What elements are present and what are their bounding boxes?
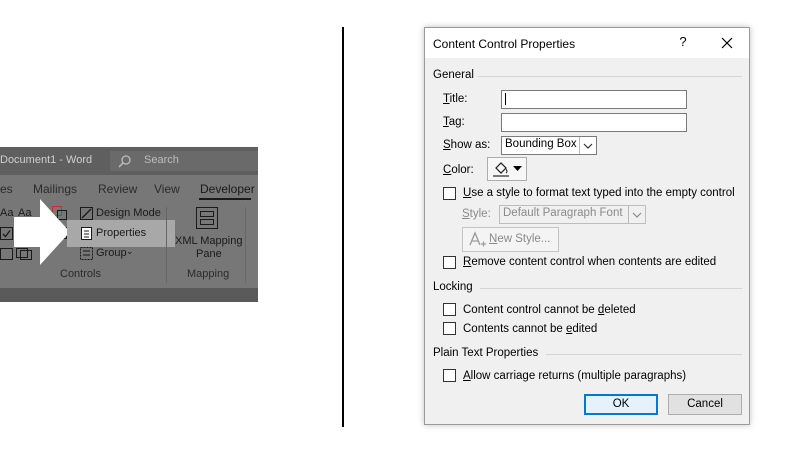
design-mode-icon[interactable] — [80, 207, 94, 220]
legacy-tools-icon[interactable] — [0, 248, 13, 260]
group-divider — [546, 354, 742, 355]
caret-down-icon — [513, 166, 522, 171]
cannot-delete-label: Content control cannot be deleted — [463, 304, 636, 316]
properties-label: Properties — [96, 227, 147, 239]
text-caret — [505, 93, 506, 105]
close-icon[interactable] — [717, 34, 737, 52]
dialog-title-bar: Content Control Properties ? — [425, 28, 749, 58]
new-style-label: New Style... — [489, 233, 551, 245]
ok-button[interactable]: OK — [584, 394, 658, 415]
allow-carriage-returns-label: Allow carriage returns (multiple paragra… — [463, 370, 687, 382]
mapping-group-label: Mapping — [187, 268, 230, 280]
active-tab-indicator — [199, 198, 251, 200]
color-picker-button[interactable] — [487, 157, 527, 181]
tab-view[interactable]: View — [154, 182, 180, 196]
divider-line — [342, 27, 344, 427]
plain-text-group-heading: Plain Text Properties — [433, 347, 539, 359]
search-placeholder: Search — [144, 154, 179, 166]
style-select[interactable]: Default Paragraph Font — [499, 205, 646, 224]
group-divider — [480, 288, 742, 289]
tab-developer[interactable]: Developer — [200, 182, 255, 196]
new-style-button[interactable]: New Style... — [462, 227, 559, 252]
rich-text-control-icon[interactable]: Aa — [0, 207, 13, 219]
dialog-title: Content Control Properties — [433, 37, 576, 51]
search-icon — [118, 155, 131, 168]
title-field-label: Title: — [443, 93, 468, 105]
word-title-bar: Document1 - Word Search — [0, 147, 258, 175]
group-divider — [478, 76, 742, 77]
cannot-edit-checkbox[interactable] — [443, 322, 456, 335]
style-selected-value: Default Paragraph Font — [503, 207, 623, 219]
chevron-down-icon — [628, 206, 645, 223]
title-input[interactable] — [501, 90, 687, 109]
show-as-select[interactable]: Bounding Box — [501, 136, 597, 155]
tag-field-label: Tag: — [443, 116, 465, 128]
use-style-label: Use a style to format text typed into th… — [463, 187, 735, 199]
cannot-delete-checkbox[interactable] — [443, 303, 456, 316]
word-search-box[interactable]: Search — [110, 151, 258, 171]
show-as-selected-value: Bounding Box — [505, 138, 577, 150]
color-label: Color: — [443, 164, 474, 176]
properties-icon — [81, 227, 92, 240]
properties-button[interactable]: Properties — [67, 220, 175, 247]
group-label[interactable]: Group — [96, 247, 127, 259]
tab-mailings[interactable]: Mailings — [33, 182, 77, 196]
allow-carriage-returns-checkbox[interactable] — [443, 369, 456, 382]
new-style-icon — [469, 231, 486, 247]
chevron-down-icon[interactable]: ⌄ — [126, 246, 134, 257]
show-as-label: Show as: — [443, 139, 491, 151]
ribbon-bottom-strip — [0, 288, 258, 302]
remove-on-edit-label: Remove content control when contents are… — [463, 256, 717, 268]
style-field-label: Style: — [462, 208, 491, 220]
chevron-down-icon — [579, 137, 596, 154]
xml-mapping-label-line1[interactable]: XML Mapping — [175, 235, 242, 247]
group-separator — [245, 207, 246, 283]
help-button[interactable]: ? — [675, 34, 691, 52]
tab-references[interactable]: es — [0, 182, 13, 196]
group-icon[interactable] — [80, 247, 94, 260]
tag-input[interactable] — [501, 113, 687, 132]
group-separator — [166, 207, 167, 283]
general-group-heading: General — [433, 69, 474, 81]
xml-mapping-icon[interactable] — [196, 207, 218, 229]
cancel-button[interactable]: Cancel — [668, 394, 742, 415]
content-control-properties-dialog: Content Control Properties ? General Tit… — [424, 27, 750, 425]
word-ribbon-excerpt: Document1 - Word Search es Mailings Revi… — [0, 147, 258, 302]
paint-bucket-icon — [493, 162, 509, 177]
xml-mapping-label-line2[interactable]: Pane — [196, 248, 222, 260]
cannot-edit-label: Contents cannot be edited — [463, 323, 598, 335]
design-mode-label[interactable]: Design Mode — [96, 207, 161, 219]
tab-review[interactable]: Review — [98, 182, 137, 196]
word-window-title: Document1 - Word — [0, 154, 93, 166]
use-style-checkbox[interactable] — [443, 187, 456, 200]
locking-group-heading: Locking — [433, 281, 473, 293]
controls-group-label: Controls — [60, 268, 101, 280]
pointer-arrow-icon — [14, 199, 70, 265]
remove-on-edit-checkbox[interactable] — [443, 256, 456, 269]
checkbox-control-icon[interactable] — [0, 227, 13, 240]
